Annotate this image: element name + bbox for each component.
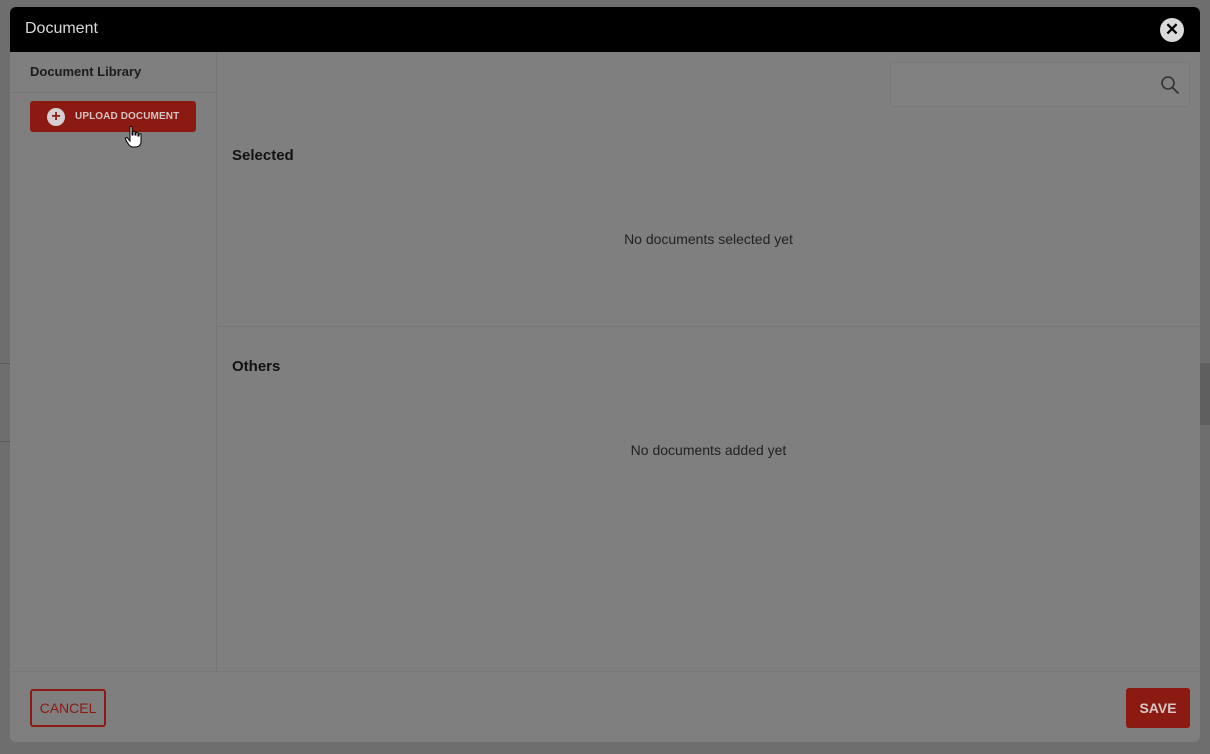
main-panel: Selected No documents selected yet Other… — [217, 52, 1200, 671]
search-icon[interactable] — [1160, 75, 1180, 95]
sidebar-title: Document Library — [30, 64, 142, 79]
document-modal: Document ✕ Document Library + UPLOAD DOC… — [10, 7, 1200, 742]
modal-title: Document — [25, 20, 98, 37]
upload-document-label: UPLOAD DOCUMENT — [75, 111, 180, 122]
sidebar-divider — [10, 92, 216, 93]
background-divider — [0, 363, 10, 364]
selected-section-title: Selected — [232, 147, 294, 164]
cancel-button[interactable]: CANCEL — [30, 689, 106, 727]
selected-empty-text: No documents selected yet — [624, 231, 793, 247]
others-empty-text: No documents added yet — [630, 442, 787, 458]
hand-cursor-icon — [125, 125, 142, 148]
save-button[interactable]: SAVE — [1126, 688, 1190, 728]
others-section-title: Others — [232, 358, 281, 375]
search-box — [890, 62, 1190, 107]
upload-document-button[interactable]: + UPLOAD DOCUMENT — [30, 101, 196, 132]
background-panel — [1200, 363, 1210, 425]
close-icon: ✕ — [1164, 20, 1180, 39]
search-input[interactable] — [891, 63, 1151, 106]
close-button[interactable]: ✕ — [1160, 18, 1184, 42]
background-divider — [0, 441, 10, 442]
modal-footer: CANCEL SAVE — [10, 671, 1200, 742]
sidebar: Document Library + UPLOAD DOCUMENT — [10, 52, 217, 671]
modal-header: Document ✕ — [10, 7, 1200, 52]
plus-circle-icon: + — [47, 108, 65, 126]
section-divider — [217, 326, 1200, 327]
